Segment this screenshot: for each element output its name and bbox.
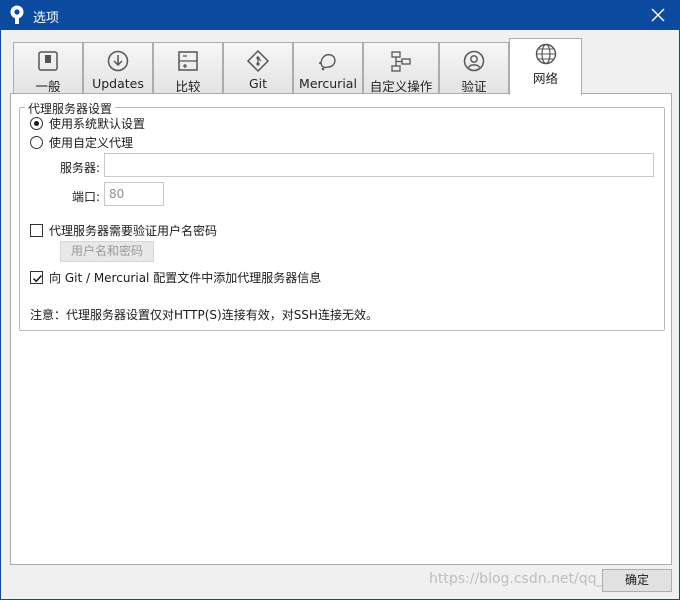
tab-general[interactable]: 一般 — [13, 42, 83, 94]
system-proxy-label: 使用系统默认设置 — [49, 116, 146, 131]
tab-label: Git — [248, 76, 268, 91]
system-proxy-radio-row[interactable]: 使用系统默认设置 — [30, 115, 145, 131]
globe-icon — [535, 43, 556, 65]
tab-label: 网络 — [532, 71, 558, 86]
checkmark-icon — [32, 274, 43, 282]
tab-network[interactable]: 网络 — [509, 38, 582, 95]
custom-proxy-radio[interactable] — [30, 135, 43, 149]
network-settings-panel: 代理服务器设置 使用系统默认设置 使用自定义代理 服务器: 端口: 代理服务器需… — [10, 93, 672, 565]
download-circle-icon — [107, 50, 129, 72]
tab-compare[interactable]: 比较 — [153, 42, 223, 94]
auth-required-label: 代理服务器需要验证用户名密码 — [49, 223, 218, 238]
port-input[interactable] — [104, 182, 164, 206]
tab-strip: 一般 Updates 比较 Git Mercurial 自定义操作 验证 网络 — [13, 38, 673, 95]
custom-proxy-radio-row[interactable]: 使用自定义代理 — [30, 134, 133, 150]
server-label: 服务器: — [60, 161, 101, 175]
auth-required-checkbox[interactable] — [30, 223, 43, 237]
ok-button[interactable]: 确定 — [602, 569, 672, 592]
sourcetree-logo-icon — [10, 5, 24, 24]
tab-label: Updates — [92, 76, 144, 91]
custom-proxy-label: 使用自定义代理 — [49, 135, 134, 150]
tab-label: Mercurial — [299, 76, 357, 91]
proxy-settings-group: 代理服务器设置 使用系统默认设置 使用自定义代理 服务器: 端口: 代理服务器需… — [19, 100, 665, 331]
port-label: 端口: — [72, 190, 101, 204]
tab-authentication[interactable]: 验证 — [439, 42, 509, 94]
dialog-client-area: 一般 Updates 比较 Git Mercurial 自定义操作 验证 网络 … — [0, 30, 680, 600]
watermark-text: https://blog.csdn.net/qq_27 — [429, 571, 622, 587]
compare-diff-icon — [178, 51, 198, 71]
close-button[interactable] — [636, 0, 680, 30]
tab-updates[interactable]: Updates — [83, 42, 153, 94]
tab-mercurial[interactable]: Mercurial — [293, 42, 363, 94]
add-config-checkbox[interactable] — [30, 270, 43, 284]
mercurial-drop-icon — [319, 53, 336, 71]
custom-actions-icon — [391, 51, 411, 72]
auth-required-row[interactable]: 代理服务器需要验证用户名密码 — [30, 222, 217, 238]
tab-custom-actions[interactable]: 自定义操作 — [363, 42, 439, 94]
proxy-note: 注意：代理服务器设置仅对HTTP(S)连接有效，对SSH连接无效。 — [30, 308, 378, 322]
add-config-label: 向 Git / Mercurial 配置文件中添加代理服务器信息 — [49, 270, 322, 285]
window-title: 选项 — [33, 11, 60, 26]
title-bar: 选项 — [0, 0, 680, 30]
server-input[interactable] — [104, 153, 654, 177]
toggle-switch-icon — [38, 51, 58, 71]
credentials-button[interactable]: 用户名和密码 — [60, 241, 154, 262]
close-icon — [651, 8, 665, 22]
tab-git[interactable]: Git — [223, 42, 293, 94]
system-proxy-radio[interactable] — [30, 116, 43, 130]
git-diamond-icon — [246, 49, 270, 73]
add-config-row[interactable]: 向 Git / Mercurial 配置文件中添加代理服务器信息 — [30, 269, 321, 285]
user-circle-icon — [463, 50, 485, 72]
